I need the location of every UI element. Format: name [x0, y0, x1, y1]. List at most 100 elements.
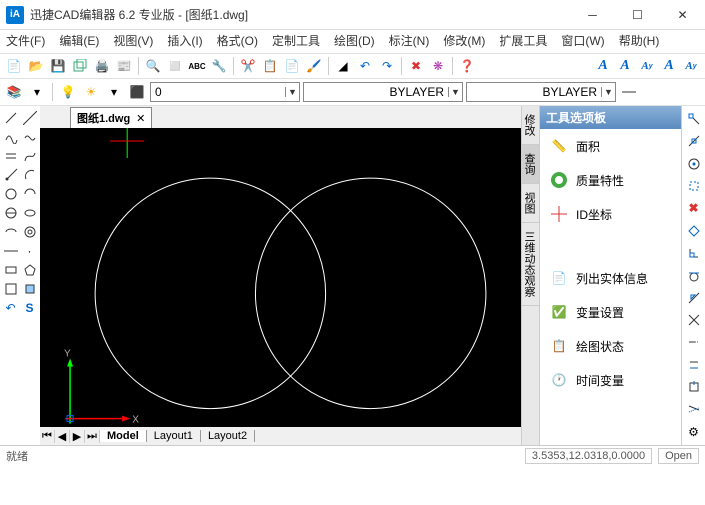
palette-item-idpoint[interactable]: ID坐标 — [540, 197, 681, 231]
vtab-3dorbit[interactable]: 三维动态观察 — [522, 223, 539, 306]
snap-nearest-button[interactable] — [684, 289, 704, 307]
sheet-prev-button[interactable]: ◀ — [55, 430, 70, 443]
polyline-tool[interactable] — [2, 128, 19, 145]
snap-apparent-button[interactable] — [684, 400, 704, 418]
layer-visible-icon[interactable]: 💡 — [58, 82, 78, 102]
snap-center-button[interactable] — [684, 155, 704, 173]
vtab-view[interactable]: 视图 — [522, 184, 539, 223]
ellipse-tool[interactable] — [21, 204, 38, 221]
linetype-preview-button[interactable] — [619, 82, 639, 102]
donut-tool[interactable] — [21, 223, 38, 240]
snap-intersection-button[interactable] — [684, 311, 704, 329]
find-button[interactable]: 🔍 — [143, 56, 163, 76]
snap-midpoint-button[interactable] — [684, 132, 704, 150]
menu-dimension[interactable]: 标注(N) — [389, 32, 430, 49]
circle2p-tool[interactable] — [2, 204, 19, 221]
layer-freeze-icon[interactable]: ☀ — [81, 82, 101, 102]
ray-tool[interactable] — [2, 166, 19, 183]
menu-format[interactable]: 格式(O) — [217, 32, 258, 49]
snap-insert-button[interactable] — [684, 378, 704, 396]
layer-color-swatch[interactable]: ⬛ — [127, 82, 147, 102]
snap-settings-button[interactable]: ⚙ — [684, 423, 704, 441]
snap-node-button[interactable] — [684, 177, 704, 195]
sheet-tab-layout2[interactable]: Layout2 — [201, 430, 255, 442]
palette-item-area[interactable]: 📏 面积 — [540, 129, 681, 163]
maximize-button[interactable]: ☐ — [615, 0, 660, 30]
spellcheck-button[interactable]: ABC — [187, 56, 207, 76]
palette-item-list[interactable]: 📄 列出实体信息 — [540, 261, 681, 295]
save-button[interactable]: 💾 — [48, 56, 68, 76]
line-tool[interactable] — [2, 109, 19, 126]
snap-none-button[interactable]: ✖ — [684, 199, 704, 217]
layer-manager-button[interactable]: 📚 — [4, 82, 24, 102]
vtab-modify[interactable]: 修改 — [522, 106, 539, 145]
boundary-tool[interactable] — [21, 280, 38, 297]
freehand-tool[interactable] — [21, 128, 38, 145]
file-tab[interactable]: 图纸1.dwg ✕ — [70, 107, 152, 128]
text-tool-4[interactable]: A — [659, 56, 679, 76]
palette-item-setvar[interactable]: ✅ 变量设置 — [540, 295, 681, 329]
multiline-tool[interactable] — [2, 147, 19, 164]
close-tab-button[interactable]: ✕ — [136, 112, 145, 125]
layer-lock-icon[interactable]: ▾ — [104, 82, 124, 102]
text-tool-3[interactable]: Ay — [637, 56, 657, 76]
delete-button[interactable]: ✖ — [406, 56, 426, 76]
xline-tool[interactable] — [2, 242, 19, 259]
match-properties-button[interactable]: 🖌️ — [304, 56, 324, 76]
snap-parallel-button[interactable] — [684, 356, 704, 374]
polygon-tool[interactable] — [21, 261, 38, 278]
sheet-tab-model[interactable]: Model — [100, 430, 147, 442]
snap-quadrant-button[interactable] — [684, 222, 704, 240]
open-file-button[interactable]: 📂 — [26, 56, 46, 76]
text-tool-5[interactable]: Ay — [681, 56, 701, 76]
arc3p-tool[interactable] — [21, 185, 38, 202]
menu-extended-tools[interactable]: 扩展工具 — [499, 32, 547, 49]
linetype-combo[interactable]: BYLAYER ▼ — [466, 82, 616, 102]
canvas[interactable]: Y X — [40, 128, 521, 427]
arc-tool[interactable] — [21, 166, 38, 183]
snap-tangent-button[interactable] — [684, 266, 704, 284]
palette-item-status[interactable]: 📋 绘图状态 — [540, 329, 681, 363]
wipeout-tool[interactable]: S — [21, 299, 38, 316]
menu-edit[interactable]: 编辑(E) — [59, 32, 99, 49]
menu-file[interactable]: 文件(F) — [6, 32, 45, 49]
point-tool[interactable]: · — [21, 242, 38, 259]
snap-extension-button[interactable] — [684, 333, 704, 351]
construction-line-tool[interactable] — [21, 109, 38, 126]
print-preview-button[interactable]: 📰 — [114, 56, 134, 76]
palette-item-massprop[interactable]: 质量特性 — [540, 163, 681, 197]
menu-window[interactable]: 窗口(W) — [561, 32, 604, 49]
sheet-first-button[interactable]: ⏮ — [40, 430, 55, 443]
print-button[interactable]: 🖨️ — [92, 56, 112, 76]
spline-tool[interactable] — [21, 147, 38, 164]
text-tool-2[interactable]: A — [615, 56, 635, 76]
sheet-tab-layout1[interactable]: Layout1 — [147, 430, 201, 442]
audit-button[interactable]: 🔧 — [209, 56, 229, 76]
menu-draw[interactable]: 绘图(D) — [334, 32, 375, 49]
sheet-next-button[interactable]: ▶ — [70, 430, 85, 443]
layer-states-button[interactable]: ▾ — [27, 82, 47, 102]
undo-button[interactable]: ↶ — [355, 56, 375, 76]
copy-button[interactable]: 📋 — [260, 56, 280, 76]
snap-endpoint-button[interactable] — [684, 110, 704, 128]
menu-insert[interactable]: 插入(I) — [167, 32, 202, 49]
rectangle-tool[interactable] — [2, 261, 19, 278]
revcloud-tool[interactable]: ↶ — [2, 299, 19, 316]
menu-modify[interactable]: 修改(M) — [443, 32, 485, 49]
save-all-button[interactable] — [70, 56, 90, 76]
select-all-button[interactable]: ◻️ — [165, 56, 185, 76]
help-icon[interactable]: ❓ — [457, 56, 477, 76]
paste-button[interactable]: 📄 — [282, 56, 302, 76]
sheet-last-button[interactable]: ⏭ — [85, 430, 100, 443]
minimize-button[interactable]: ─ — [570, 0, 615, 30]
layer-combo[interactable]: 0 ▼ — [150, 82, 300, 102]
new-file-button[interactable]: 📄 — [4, 56, 24, 76]
text-tool-1[interactable]: A — [593, 56, 613, 76]
circle-tool[interactable] — [2, 185, 19, 202]
menu-custom-tools[interactable]: 定制工具 — [272, 32, 320, 49]
snap-perpendicular-button[interactable] — [684, 244, 704, 262]
menu-view[interactable]: 视图(V) — [113, 32, 153, 49]
close-button[interactable]: ✕ — [660, 0, 705, 30]
purge-button[interactable]: ❋ — [428, 56, 448, 76]
erase-button[interactable]: ◢ — [333, 56, 353, 76]
